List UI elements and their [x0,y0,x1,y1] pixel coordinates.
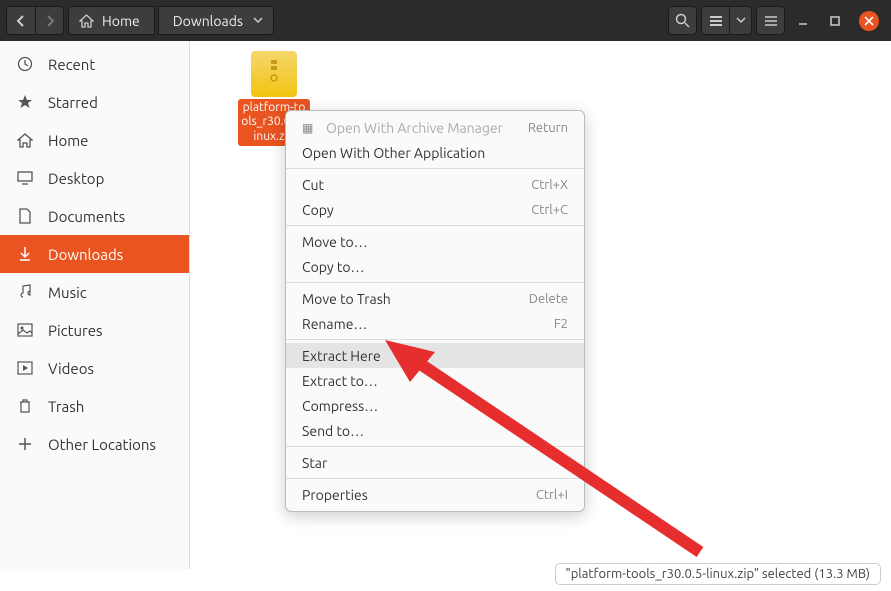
sidebar-item-label: Trash [48,398,84,415]
menu-extract-to[interactable]: Extract to… [286,368,584,393]
home-icon [16,133,34,148]
sidebar-item-label: Music [48,284,87,301]
sidebar-item-other-locations[interactable]: Other Locations [0,425,189,463]
sidebar-item-label: Other Locations [48,436,156,453]
sidebar-item-label: Downloads [48,246,123,263]
list-icon [709,15,723,27]
search-button[interactable] [668,6,697,35]
breadcrumb-downloads[interactable]: Downloads [158,6,274,35]
menu-separator [286,168,584,169]
menu-open-other[interactable]: Open With Other Application [286,140,584,165]
clock-icon [16,56,34,72]
sidebar-item-label: Documents [48,208,125,225]
sidebar-item-recent[interactable]: Recent [0,45,189,83]
home-icon [79,14,94,28]
view-dropdown-button[interactable] [730,6,752,35]
close-icon [864,16,874,26]
sidebar-item-documents[interactable]: Documents [0,197,189,235]
maximize-button[interactable] [821,7,849,35]
menu-open-archive[interactable]: ▦Open With Archive ManagerReturn [286,115,584,140]
music-icon [16,284,34,300]
sidebar: Recent Starred Home Desktop Documents Do… [0,41,190,569]
hamburger-icon [764,15,778,27]
breadcrumb-home-label: Home [102,13,140,29]
video-icon [16,361,34,375]
sidebar-item-label: Home [48,132,88,149]
maximize-icon [829,15,841,27]
chevron-down-icon [253,17,263,25]
menu-separator [286,282,584,283]
menu-send-to[interactable]: Send to… [286,418,584,443]
hamburger-button[interactable] [756,6,785,35]
breadcrumb-home[interactable]: Home [68,6,155,35]
menu-move-to[interactable]: Move to… [286,229,584,254]
download-icon [16,246,34,262]
sidebar-item-label: Desktop [48,170,104,187]
plus-icon [16,437,34,451]
sidebar-item-home[interactable]: Home [0,121,189,159]
search-icon [675,13,690,28]
minimize-button[interactable] [789,7,817,35]
sidebar-item-label: Recent [48,56,95,73]
status-bar: "platform-tools_r30.0.5-linux.zip" selec… [555,563,882,585]
back-button[interactable] [6,6,35,35]
sidebar-item-pictures[interactable]: Pictures [0,311,189,349]
chevron-right-icon [45,15,55,27]
menu-separator [286,478,584,479]
sidebar-item-label: Videos [48,360,94,377]
menu-compress[interactable]: Compress… [286,393,584,418]
menu-separator [286,225,584,226]
sidebar-item-music[interactable]: Music [0,273,189,311]
menu-cut[interactable]: CutCtrl+X [286,172,584,197]
sidebar-item-videos[interactable]: Videos [0,349,189,387]
context-menu: ▦Open With Archive ManagerReturn Open Wi… [285,110,585,512]
sidebar-item-desktop[interactable]: Desktop [0,159,189,197]
sidebar-item-downloads[interactable]: Downloads [0,235,189,273]
chevron-down-icon [736,17,746,25]
nav-group [6,6,64,35]
menu-rename[interactable]: Rename…F2 [286,311,584,336]
sidebar-item-label: Starred [48,94,98,111]
status-text: "platform-tools_r30.0.5-linux.zip" selec… [566,567,871,581]
sidebar-item-trash[interactable]: Trash [0,387,189,425]
menu-star[interactable]: Star [286,450,584,475]
desktop-icon [16,171,34,185]
document-icon [16,208,34,224]
forward-button[interactable] [35,6,64,35]
menu-move-trash[interactable]: Move to TrashDelete [286,286,584,311]
view-mode-group [701,6,752,35]
sidebar-item-starred[interactable]: Starred [0,83,189,121]
chevron-left-icon [16,15,26,27]
close-button[interactable] [859,11,879,31]
menu-copy[interactable]: CopyCtrl+C [286,197,584,222]
minimize-icon [797,15,809,27]
menu-properties[interactable]: PropertiesCtrl+I [286,482,584,507]
menu-separator [286,446,584,447]
titlebar: Home Downloads [0,0,891,41]
trash-icon [16,398,34,414]
menu-extract-here[interactable]: Extract Here [286,343,584,368]
sidebar-item-label: Pictures [48,322,103,339]
archive-small-icon: ▦ [302,121,320,135]
menu-separator [286,339,584,340]
breadcrumb-downloads-label: Downloads [173,13,243,29]
pictures-icon [16,323,34,337]
star-icon [16,94,34,110]
menu-copy-to[interactable]: Copy to… [286,254,584,279]
archive-icon [251,51,297,97]
list-view-button[interactable] [701,6,730,35]
